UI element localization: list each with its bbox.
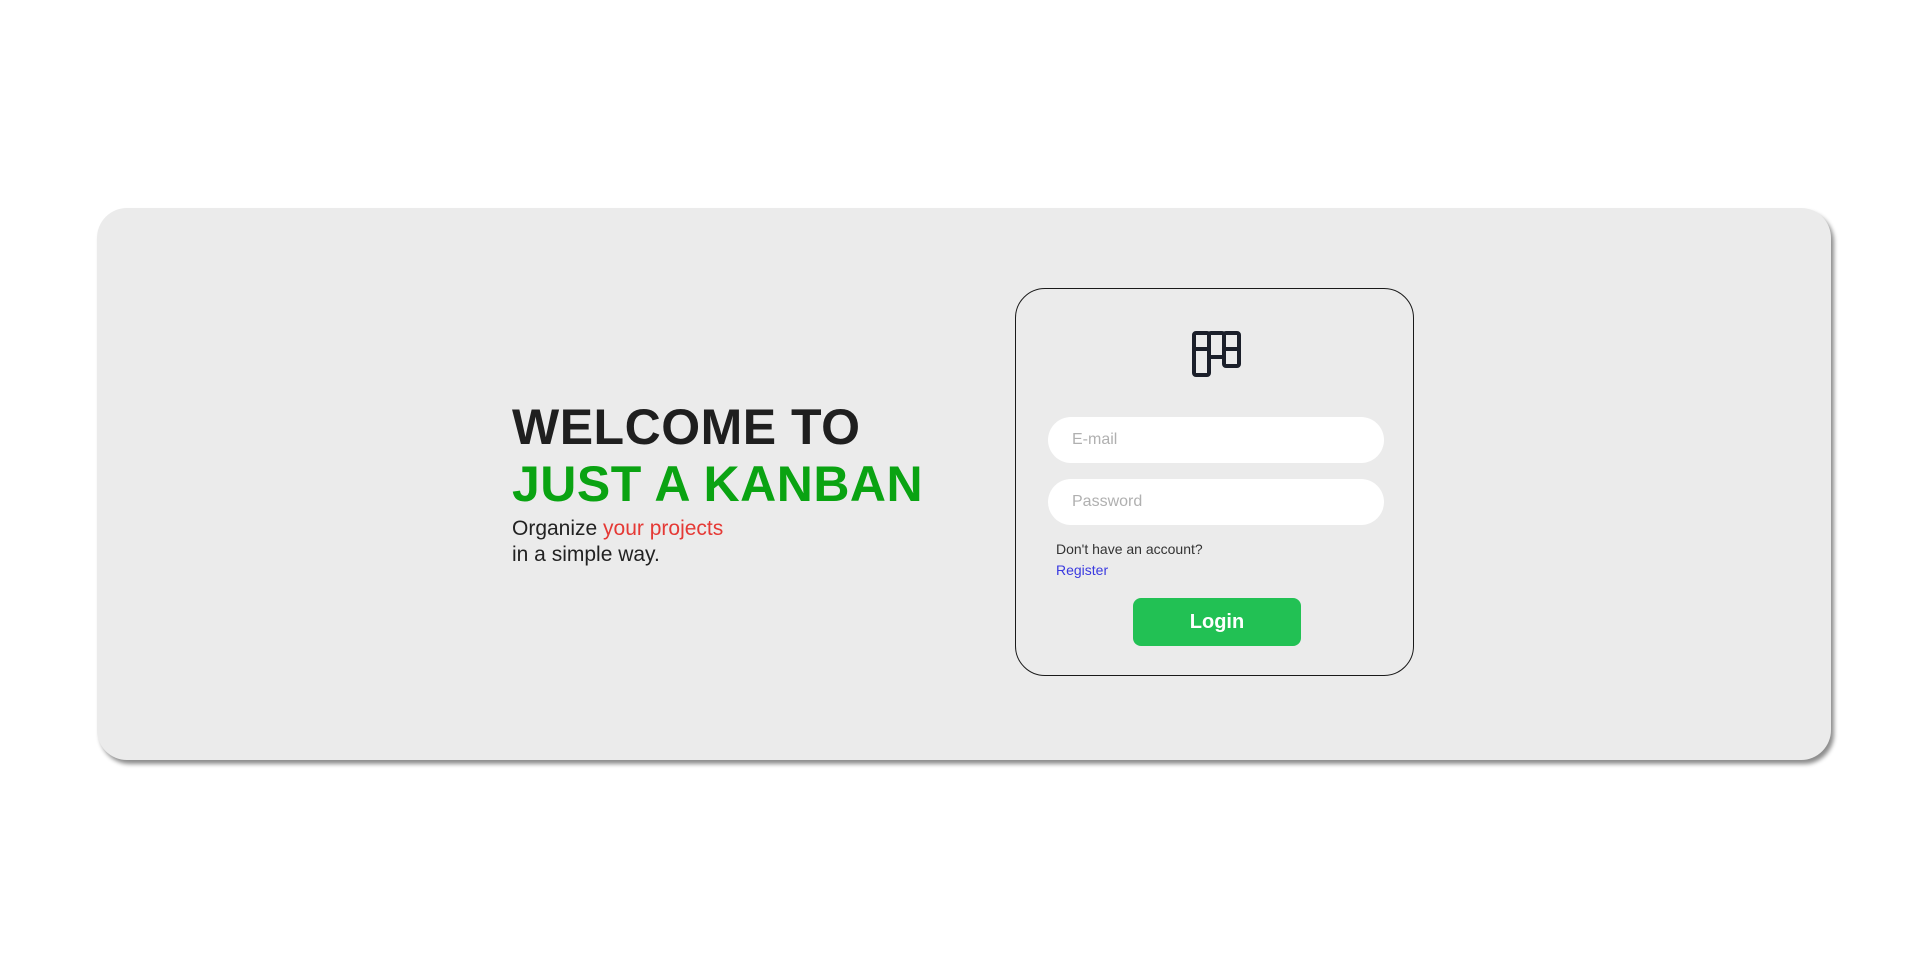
- welcome-section: WELCOME TO JUST A KANBAN Organize your p…: [512, 400, 923, 568]
- login-card: Don't have an account? Register Login: [1015, 288, 1414, 676]
- welcome-heading: WELCOME TO: [512, 399, 861, 455]
- tagline-accent: your projects: [603, 517, 724, 540]
- tagline-line2: in a simple way.: [512, 543, 660, 566]
- tagline: Organize your projects in a simple way.: [512, 516, 923, 568]
- login-button[interactable]: Login: [1133, 598, 1301, 646]
- email-input[interactable]: [1048, 417, 1384, 463]
- tagline-prefix: Organize: [512, 517, 604, 540]
- no-account-text: Don't have an account?: [1056, 541, 1203, 557]
- kanban-board-icon: [1192, 331, 1241, 377]
- password-input[interactable]: [1048, 479, 1384, 525]
- register-link[interactable]: Register: [1056, 562, 1108, 578]
- main-panel: [97, 208, 1831, 760]
- app-name-heading: JUST A KANBAN: [512, 456, 924, 512]
